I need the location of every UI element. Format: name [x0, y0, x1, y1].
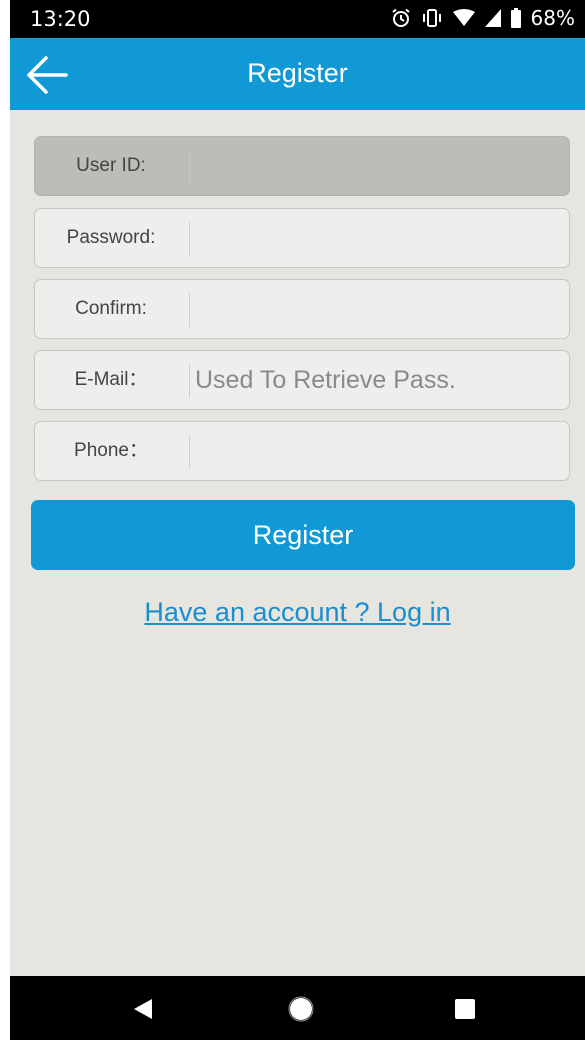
battery-icon [510, 8, 521, 28]
user-id-field[interactable]: User ID: [34, 136, 570, 196]
user-id-input[interactable] [195, 137, 561, 195]
app-bar: Register [10, 38, 585, 110]
wifi-icon [452, 9, 475, 27]
field-divider [189, 150, 190, 184]
phone-field[interactable]: Phone： [34, 421, 570, 481]
field-divider [189, 364, 190, 398]
status-bar: 13:20 68% [10, 0, 585, 38]
nav-bar [10, 976, 585, 1040]
back-triangle-icon [134, 999, 152, 1019]
email-field[interactable]: E-Mail： [34, 350, 570, 410]
field-divider [189, 222, 190, 256]
status-icons: 68% [391, 6, 575, 30]
page-title: Register [247, 58, 348, 88]
field-divider [189, 435, 190, 469]
password-field[interactable]: Password: [34, 208, 570, 268]
phone-input[interactable] [195, 422, 561, 480]
home-circle-icon [288, 996, 314, 1022]
password-input[interactable] [195, 209, 561, 267]
user-id-label: User ID: [76, 155, 146, 176]
field-divider [189, 293, 190, 327]
nav-back-button[interactable] [128, 994, 158, 1024]
confirm-input[interactable] [195, 280, 561, 338]
register-button[interactable]: Register [31, 500, 575, 570]
confirm-label: Confirm: [75, 298, 147, 319]
phone-label: Phone： [74, 440, 148, 461]
vibrate-icon [421, 8, 443, 28]
email-label: E-Mail： [74, 369, 148, 390]
register-screen: 13:20 68% Register User ID: Password: Co… [10, 0, 585, 1040]
signal-icon [484, 9, 501, 27]
nav-home-button[interactable] [286, 994, 316, 1024]
login-link[interactable]: Have an account ? Log in [10, 597, 585, 628]
confirm-field[interactable]: Confirm: [34, 279, 570, 339]
battery-percent: 68% [530, 6, 575, 30]
nav-recents-button[interactable] [450, 994, 480, 1024]
status-time: 13:20 [30, 7, 91, 31]
recents-square-icon [455, 999, 475, 1019]
alarm-icon [391, 8, 411, 28]
email-input[interactable] [195, 351, 561, 409]
password-label: Password: [66, 227, 156, 248]
